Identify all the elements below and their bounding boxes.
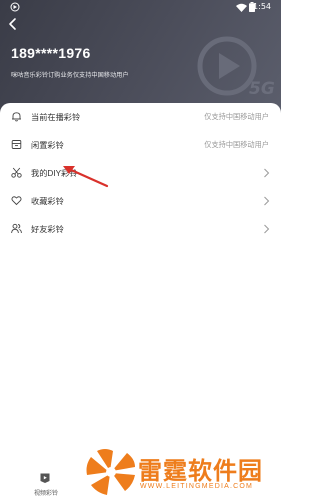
watermark-logo-icon [86,449,135,495]
box-icon [11,140,22,149]
5g-logo-icon: 5G [197,36,275,99]
scissors-icon [11,167,22,178]
chevron-right-icon [264,196,270,206]
status-bar: 1:54 [0,0,281,14]
phone-number: 189****1976 [11,45,91,61]
watermark-url: WWW.LEITINGMEDIA.COM [140,483,254,490]
menu-item-label: 当前在播彩铃 [31,113,81,122]
menu-item-label: 闲置彩铃 [31,141,64,150]
5g-logo-text: 5G [249,79,275,99]
header: 1:54 189****1976 咪咕音乐彩铃订购业务仅支持中国移动用户 5G [0,0,281,115]
annotation-arrow-icon [63,166,109,188]
menu-item-current-ringtone[interactable]: 当前在播彩铃 仅支持中国移动用户 [0,103,281,131]
menu-item-diy-ringtone[interactable]: 我的DIY彩铃 [0,159,281,187]
watermark-title: 雷霆软件园 [138,457,263,485]
chevron-right-icon [264,168,270,178]
menu-item-idle-ringtone[interactable]: 闲置彩铃 仅支持中国移动用户 [0,131,281,159]
ringtone-menu: 当前在播彩铃 仅支持中国移动用户 闲置彩铃 仅支持中国移动用户 我的DIY彩铃 [0,103,281,243]
clock: 1:54 [253,2,271,11]
menu-item-note: 仅支持中国移动用户 [204,139,269,149]
tab-video-ringtone[interactable]: 视频彩铃 [24,488,68,497]
menu-item-label: 收藏彩铃 [31,197,64,206]
header-subtitle: 咪咕音乐彩铃订购业务仅支持中国移动用户 [11,72,129,79]
video-ringtone-tab-icon[interactable] [39,472,51,484]
app-notification-icon [10,2,20,12]
back-icon[interactable] [6,17,20,31]
menu-item-favorite-ringtone[interactable]: 收藏彩铃 [0,187,281,215]
bell-icon [12,112,21,122]
menu-item-note: 仅支持中国移动用户 [204,111,269,121]
content-card: 当前在播彩铃 仅支持中国移动用户 闲置彩铃 仅支持中国移动用户 我的DIY彩铃 [0,103,281,500]
friends-icon [11,223,22,234]
menu-item-friends-ringtone[interactable]: 好友彩铃 [0,215,281,243]
heart-icon [11,196,22,206]
chevron-right-icon [264,224,270,234]
menu-item-label: 好友彩铃 [31,225,64,234]
wifi-icon [236,3,247,12]
